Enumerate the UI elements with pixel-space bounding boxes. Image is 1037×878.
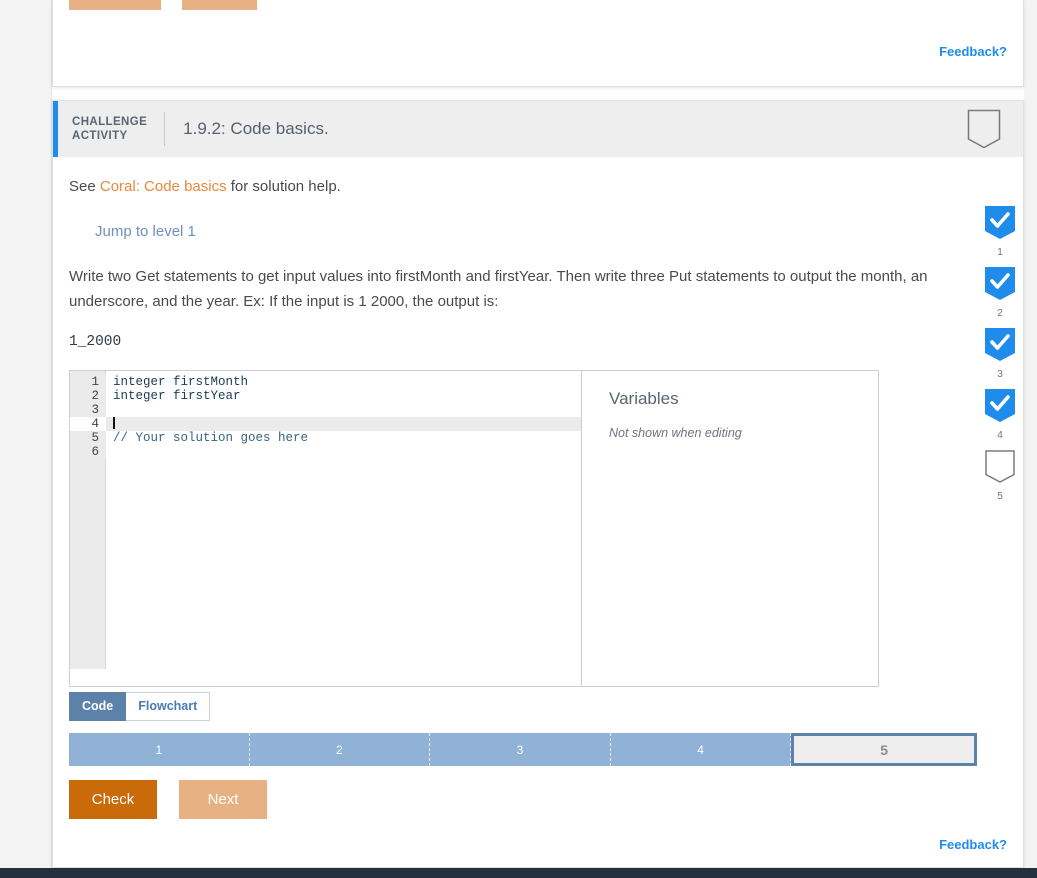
challenge-activity-kicker: CHALLENGE ACTIVITY	[72, 116, 148, 142]
see-suffix: for solution help.	[226, 178, 341, 195]
previous-activity-button-1[interactable]	[69, 0, 161, 10]
level-status-rail: 1 2 3 4 5	[985, 206, 1015, 511]
level-status-5[interactable]: 5	[985, 450, 1015, 502]
challenge-title: 1.9.2: Code basics.	[183, 119, 329, 138]
header-divider	[164, 112, 166, 146]
sample-output: 1_2000	[69, 334, 122, 350]
action-buttons: Check Next	[69, 780, 1007, 819]
next-button[interactable]: Next	[179, 780, 267, 819]
check-icon	[985, 267, 1019, 307]
challenge-activity-card: CHALLENGE ACTIVITY 1.9.2: Code basics. S…	[52, 100, 1024, 868]
page-bottom-bar	[0, 868, 1037, 878]
level-status-2[interactable]: 2	[985, 267, 1015, 319]
text-caret	[113, 417, 115, 429]
level-status-number: 1	[997, 247, 1003, 258]
editor-view-tabs[interactable]: Code Flowchart	[69, 692, 211, 721]
code-line[interactable]: 2 integer firstYear	[70, 389, 581, 403]
code-editor: 1 integer firstMonth 2 integer firstYear 3 4 5…	[69, 370, 879, 687]
code-line[interactable]: 5// Your solution goes here	[70, 431, 581, 445]
code-line[interactable]: 6	[70, 445, 581, 459]
shield-outline-icon	[985, 450, 1019, 490]
line-number: 3	[70, 403, 106, 417]
check-icon	[985, 206, 1019, 246]
level-status-3[interactable]: 3	[985, 328, 1015, 380]
variables-title: Variables	[609, 389, 679, 408]
code-line-text[interactable]: integer firstMonth	[106, 375, 248, 389]
challenge-header: CHALLENGE ACTIVITY 1.9.2: Code basics.	[53, 101, 1023, 157]
coral-code-basics-link[interactable]: Coral: Code basics	[100, 178, 227, 195]
level-status-number: 4	[997, 430, 1003, 441]
progress-segment-5[interactable]: 5	[791, 733, 977, 766]
level-status-number: 5	[997, 491, 1003, 502]
check-button[interactable]: Check	[69, 780, 157, 819]
level-status-1[interactable]: 1	[985, 206, 1015, 258]
check-icon	[985, 389, 1019, 429]
code-line[interactable]: 4	[70, 417, 581, 431]
feedback-link-bottom[interactable]: Feedback?	[939, 837, 1007, 852]
variables-note: Not shown when editing	[609, 426, 742, 440]
code-line-text[interactable]: // Your solution goes here	[106, 431, 308, 445]
level-status-number: 3	[997, 369, 1003, 380]
tab-code[interactable]: Code	[69, 692, 127, 721]
page-gutter-left	[0, 0, 52, 878]
previous-activity-card: Feedback?	[52, 0, 1024, 87]
feedback-link-top[interactable]: Feedback?	[939, 44, 1007, 59]
line-number: 5	[70, 431, 106, 445]
line-number: 6	[70, 445, 106, 459]
level-progress-bar[interactable]: 12345	[69, 733, 977, 766]
check-icon	[985, 328, 1019, 368]
shield-outline-icon	[967, 109, 1001, 149]
solution-help-line: See Coral: Code basics for solution help…	[69, 178, 1007, 195]
code-line-text[interactable]: integer firstYear	[106, 389, 241, 403]
code-input-area[interactable]: 1 integer firstMonth 2 integer firstYear 3 4 5…	[70, 371, 582, 686]
code-line-text[interactable]	[106, 403, 113, 417]
code-line-text[interactable]	[106, 445, 113, 459]
line-number: 1	[70, 375, 106, 389]
jump-to-level-link[interactable]: Jump to level 1	[95, 223, 196, 240]
line-number: 2	[70, 389, 106, 403]
line-number: 4	[70, 417, 106, 431]
progress-segment-3[interactable]: 3	[430, 733, 611, 766]
activity-prompt: Write two Get statements to get input va…	[69, 268, 928, 310]
page-gutter-right	[1024, 0, 1037, 878]
variables-panel: Variables Not shown when editing	[582, 371, 878, 686]
code-lines[interactable]: 1 integer firstMonth 2 integer firstYear 3 4 5…	[70, 371, 581, 459]
see-prefix: See	[69, 178, 100, 195]
code-line[interactable]: 3	[70, 403, 581, 417]
code-line[interactable]: 1 integer firstMonth	[70, 375, 581, 389]
progress-segment-2[interactable]: 2	[249, 733, 431, 766]
previous-activity-button-2[interactable]	[182, 0, 257, 10]
level-status-4[interactable]: 4	[985, 389, 1015, 441]
progress-segment-4[interactable]: 4	[610, 733, 792, 766]
level-status-number: 2	[997, 308, 1003, 319]
progress-segment-1[interactable]: 1	[69, 733, 250, 766]
code-line-text[interactable]	[106, 417, 115, 431]
tab-flowchart[interactable]: Flowchart	[126, 692, 211, 721]
